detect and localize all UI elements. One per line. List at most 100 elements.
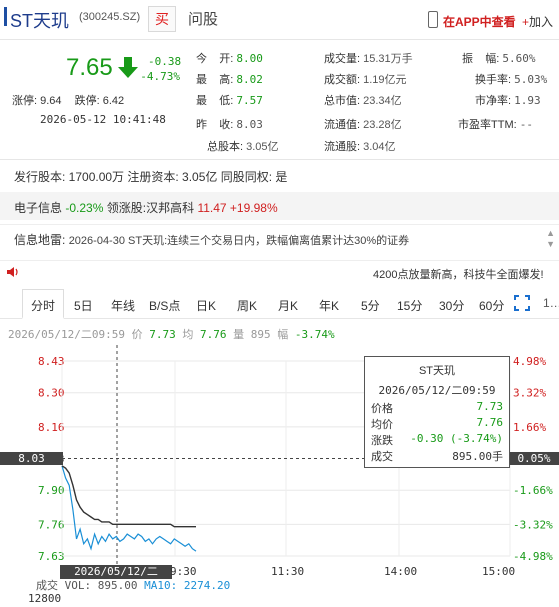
status-price: 7.73 [149, 328, 176, 341]
y-right-tick: -1.66% [513, 484, 553, 497]
tab-yearly-k[interactable]: 年K [319, 297, 339, 314]
tab-year-line[interactable]: 年线 [111, 297, 135, 314]
buy-button[interactable]: 买 [148, 6, 176, 32]
x-tick-1500: 15:00 [482, 565, 516, 578]
y-right-tick: 1.66% [513, 421, 546, 434]
hover-status: 2026/05/12/二09:59 价 7.73 均 7.76 量 895 幅 … [8, 326, 335, 342]
amount-label: 成交额: [324, 74, 361, 86]
total-shares-stat: 总股本: 3.05亿 [207, 138, 279, 154]
tooltip-chg: -0.30 (-3.74%) [410, 432, 503, 445]
tab-5min[interactable]: 5分 [361, 297, 380, 314]
quote-panel: 7.65 -0.38 -4.73% 涨停: 9.64 跌停: 6.42 2026… [0, 40, 559, 156]
float-cap-stat: 流通值: 23.28亿 [324, 116, 402, 132]
amplitude-label: 振 幅: [462, 53, 500, 65]
y-left-tick: 7.90 [38, 484, 65, 497]
leader-price: 11.47 [197, 201, 227, 215]
price-change: -0.38 [148, 55, 182, 68]
price-limits: 涨停: 9.64 跌停: 6.42 [12, 92, 134, 108]
issue-info-row: 发行股本: 1700.00万 注册资本: 3.05亿 同股同权: 是 [0, 159, 559, 191]
tab-weekly-k[interactable]: 周K [237, 297, 257, 314]
volume-label: 成交量: [324, 53, 361, 65]
prev-close-stat: 昨 收: 8.03 [196, 116, 263, 132]
y-left-tick: 8.43 [38, 355, 65, 368]
turnover-value: 5.03% [514, 73, 548, 86]
status-vol-label: 量 [233, 328, 245, 341]
tooltip-vol: 895.00手 [452, 450, 503, 463]
price-change-pct: -4.73% [140, 70, 180, 83]
stock-header: ST天玑 (300245.SZ) 买 问股 在APP中查看 +加入 [0, 0, 559, 40]
tooltip-time: 2026/05/12/二09:59 [378, 384, 496, 397]
volume-stat: 成交量: 15.31万手 [324, 50, 413, 66]
tooltip-avg: 7.76 [476, 416, 504, 429]
ask-stock-button[interactable]: 问股 [188, 8, 218, 29]
float-cap-value: 23.28亿 [363, 119, 402, 131]
fullscreen-icon[interactable] [514, 295, 530, 311]
cursor-price-label: 8.03 [0, 452, 63, 465]
prev-close-label: 昨 收: [196, 119, 234, 131]
tooltip-vol-row: 成交 895.00手 [371, 446, 503, 463]
open-label: 今 开: [196, 53, 234, 65]
high-label: 最 高: [196, 74, 234, 86]
sector-name[interactable]: 电子信息 [14, 201, 62, 215]
pe-value: -- [519, 118, 533, 131]
tooltip-title: ST天玑 [418, 365, 456, 377]
news-ticker-text[interactable]: 4200点放量新高，科技牛全面爆发! [373, 266, 544, 282]
more-menu[interactable]: 1… [543, 296, 559, 310]
scroll-arrows-icon[interactable]: ▲ ▼ [546, 228, 555, 250]
news-ticker[interactable]: 4200点放量新高，科技牛全面爆发! [0, 260, 559, 282]
tab-daily-k[interactable]: 日K [196, 297, 216, 314]
total-shares-label: 总股本: [207, 141, 244, 153]
status-avg-label: 均 [182, 328, 194, 341]
float-shares-label: 流通股: [324, 141, 361, 153]
tab-intraday[interactable]: 分时 [22, 289, 65, 319]
tooltip-price-row: 价格 7.73 [371, 398, 504, 415]
info-mine-text[interactable]: 2026-04-30 ST天玑:连续三个交易日内，跌幅偏离值累计达30%的证券 [69, 235, 409, 247]
turnover-label: 换手率: [475, 74, 512, 86]
tooltip-avg-row: 均价 7.76 [371, 414, 504, 431]
low-stat: 最 低: 7.57 [196, 92, 263, 108]
y-right-tick: -4.98% [513, 550, 553, 563]
mktcap-stat: 总市值: 23.34亿 [324, 92, 402, 108]
pb-stat: 市净率: 1.93 [475, 92, 541, 108]
y-left-tick: 8.16 [38, 421, 65, 434]
high-stat: 最 高: 8.02 [196, 71, 263, 87]
prev-close-value: 8.03 [236, 118, 263, 131]
phone-icon [428, 11, 438, 28]
speaker-icon [7, 267, 18, 277]
volume-legend-ma: MA10: 2274.20 [144, 579, 231, 592]
current-price: 7.65 [66, 54, 113, 81]
sector-row[interactable]: 电子信息 -0.23% 领涨股:汉邦高科 11.47 +19.98% [0, 192, 559, 220]
leader-name[interactable]: 汉邦高科 [146, 201, 194, 215]
tab-5day[interactable]: 5日 [74, 297, 93, 314]
open-value: 8.00 [236, 52, 263, 65]
tab-15min[interactable]: 15分 [397, 297, 422, 314]
stock-name: ST天玑 [10, 11, 70, 31]
open-stat: 今 开: 8.00 [196, 50, 263, 66]
tab-30min[interactable]: 30分 [439, 297, 464, 314]
view-in-app-link[interactable]: 在APP中查看 [443, 13, 516, 30]
status-price-label: 价 [131, 328, 143, 341]
float-cap-label: 流通值: [324, 119, 361, 131]
add-to-watchlist-button[interactable]: +加入 [522, 13, 553, 30]
tab-bs-points[interactable]: B/S点 [149, 297, 180, 314]
high-value: 8.02 [236, 73, 263, 86]
turnover-stat: 换手率: 5.03% [475, 71, 547, 87]
cursor-pct-label: 0.05% [509, 452, 559, 465]
x-tick-1400: 14:00 [384, 565, 418, 578]
status-vol: 895 [250, 328, 271, 341]
info-mine-row[interactable]: 信息地雷: 2026-04-30 ST天玑:连续三个交易日内，跌幅偏离值累计达3… [0, 224, 559, 254]
x-tick-1130: 11:30 [271, 565, 305, 578]
quote-timestamp: 2026-05-12 10:41:48 [40, 113, 166, 126]
status-amp: -3.74% [294, 328, 335, 341]
pb-value: 1.93 [514, 94, 541, 107]
float-shares-value: 3.04亿 [363, 141, 396, 153]
info-mine-title: 信息地雷: [14, 233, 66, 247]
tab-60min[interactable]: 60分 [479, 297, 504, 314]
tab-monthly-k[interactable]: 月K [278, 297, 298, 314]
amplitude-stat: 振 幅: 5.60% [462, 50, 535, 66]
amount-stat: 成交额: 1.19亿元 [324, 71, 407, 87]
pb-label: 市净率: [475, 95, 512, 107]
tooltip-price: 7.73 [476, 400, 504, 413]
amplitude-value: 5.60% [502, 52, 536, 65]
volume-legend-vol: VOL: 895.00 [64, 579, 138, 592]
